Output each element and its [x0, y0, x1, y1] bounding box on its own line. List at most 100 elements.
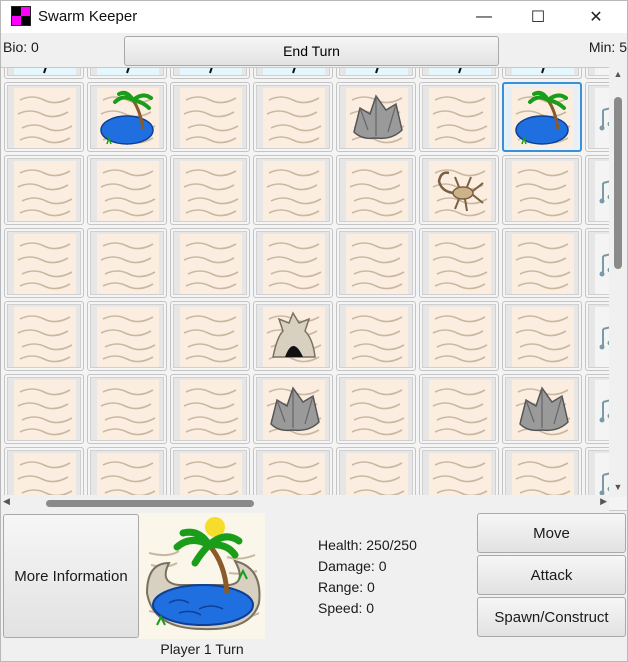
scroll-right-icon[interactable]: ▶: [600, 496, 607, 507]
map-tile-sand[interactable]: [87, 228, 167, 298]
scroll-up-icon[interactable]: ▲: [609, 69, 627, 81]
sand-icon: [14, 88, 76, 148]
map-tile-sand[interactable]: [419, 301, 499, 371]
turn-label: Player 1 Turn: [160, 641, 244, 657]
map-tile-sand[interactable]: [170, 228, 250, 298]
vertical-scrollbar[interactable]: ▲ ▼: [609, 67, 627, 497]
sand-icon: [263, 161, 325, 221]
map-tile-sand[interactable]: [253, 82, 333, 152]
map-tile-ice[interactable]: [253, 68, 333, 79]
horizontal-scrollbar[interactable]: ◀ ▶: [1, 495, 609, 511]
map-tile-oasis[interactable]: [87, 82, 167, 152]
map-tile-rock[interactable]: [336, 82, 416, 152]
sand-icon: [346, 234, 408, 294]
minimize-button[interactable]: —: [461, 1, 507, 33]
ice-icon: [429, 68, 491, 75]
rock-icon: [512, 380, 574, 440]
map-tile-oasis[interactable]: [502, 82, 582, 152]
map-tile-sand[interactable]: [4, 82, 84, 152]
sand-icon: [97, 234, 159, 294]
sand-icon: [97, 307, 159, 367]
map-tile-ice[interactable]: [170, 68, 250, 79]
map-tile-sand[interactable]: [87, 374, 167, 444]
mineral-counter: Min: 5: [588, 39, 627, 55]
vertical-scroll-thumb[interactable]: [614, 97, 622, 269]
spawn-construct-button[interactable]: Spawn/Construct: [477, 597, 626, 637]
map-view[interactable]: [1, 67, 627, 511]
map-tile-sand[interactable]: [87, 301, 167, 371]
map-tile-sand[interactable]: [4, 374, 84, 444]
map-tile-rock[interactable]: [253, 374, 333, 444]
app-icon: [11, 6, 31, 26]
health-stat: Health: 250/250: [318, 537, 417, 553]
sand-icon: [429, 88, 491, 148]
sand-icon: [97, 380, 159, 440]
ice-icon: [14, 68, 76, 75]
map-tile-rock[interactable]: [502, 374, 582, 444]
sand-icon: [97, 161, 159, 221]
unit-stats: Health: 250/250 Damage: 0 Range: 0 Speed…: [318, 535, 417, 619]
map-tile-hive[interactable]: [253, 301, 333, 371]
map-tile-sand[interactable]: [419, 82, 499, 152]
map-tile-sand[interactable]: [502, 301, 582, 371]
map-tile-sand[interactable]: [336, 228, 416, 298]
map-tile-sand[interactable]: [502, 155, 582, 225]
map-tile-ice[interactable]: [502, 68, 582, 79]
ice-icon: [180, 68, 242, 75]
map-tile-sand[interactable]: [87, 155, 167, 225]
map-tile-scorpion[interactable]: [419, 155, 499, 225]
damage-stat: Damage: 0: [318, 558, 387, 574]
map-tile-ice[interactable]: [419, 68, 499, 79]
sand-icon: [346, 307, 408, 367]
scroll-left-icon[interactable]: ◀: [3, 496, 10, 507]
map-tile-sand[interactable]: [419, 228, 499, 298]
range-stat: Range: 0: [318, 579, 375, 595]
sand-icon: [14, 307, 76, 367]
map-tile-sand[interactable]: [170, 374, 250, 444]
map-tile-sand[interactable]: [502, 228, 582, 298]
map-tile-sand[interactable]: [253, 228, 333, 298]
move-button[interactable]: Move: [477, 513, 626, 553]
selected-tile-portrait: [139, 513, 265, 639]
sand-icon: [14, 234, 76, 294]
map-tile-sand[interactable]: [170, 155, 250, 225]
sand-icon: [180, 234, 242, 294]
horizontal-scroll-thumb[interactable]: [46, 500, 254, 507]
map-tile-ice[interactable]: [4, 68, 84, 79]
ice-icon: [263, 68, 325, 75]
maximize-button[interactable]: ☐: [515, 1, 561, 33]
close-button[interactable]: ✕: [573, 1, 619, 33]
attack-button[interactable]: Attack: [477, 555, 626, 595]
map-tile-sand[interactable]: [4, 228, 84, 298]
map-tile-sand[interactable]: [4, 301, 84, 371]
end-turn-button[interactable]: End Turn: [124, 36, 499, 66]
title-bar[interactable]: Swarm Keeper — ☐ ✕: [1, 1, 627, 33]
sand-icon: [346, 380, 408, 440]
map-tile-ice[interactable]: [87, 68, 167, 79]
speed-stat: Speed: 0: [318, 600, 375, 616]
map-tile-sand[interactable]: [419, 374, 499, 444]
map-tile-sand[interactable]: [336, 374, 416, 444]
window-title: Swarm Keeper: [38, 8, 138, 25]
map-tile-sand[interactable]: [170, 82, 250, 152]
oasis-icon: [512, 88, 574, 148]
map-tile-ice[interactable]: [336, 68, 416, 79]
scorpion-icon: [429, 161, 491, 221]
top-bar: Bio: 0 End Turn Min: 5: [1, 33, 627, 67]
map-tile-sand[interactable]: [336, 301, 416, 371]
oasis-portrait-icon: [139, 513, 265, 639]
bio-counter: Bio: 0: [3, 39, 39, 55]
sand-icon: [180, 88, 242, 148]
map-tile-sand[interactable]: [253, 155, 333, 225]
sand-icon: [346, 161, 408, 221]
more-information-button[interactable]: More Information: [3, 514, 139, 638]
map-tile-sand[interactable]: [4, 155, 84, 225]
app-window: Swarm Keeper — ☐ ✕ Bio: 0 End Turn Min: …: [0, 0, 628, 662]
map-tile-sand[interactable]: [170, 301, 250, 371]
map-tile-sand[interactable]: [336, 155, 416, 225]
ice-icon: [512, 68, 574, 75]
sand-icon: [512, 234, 574, 294]
scroll-down-icon[interactable]: ▼: [609, 482, 627, 494]
ice-icon: [97, 68, 159, 75]
sand-icon: [263, 234, 325, 294]
